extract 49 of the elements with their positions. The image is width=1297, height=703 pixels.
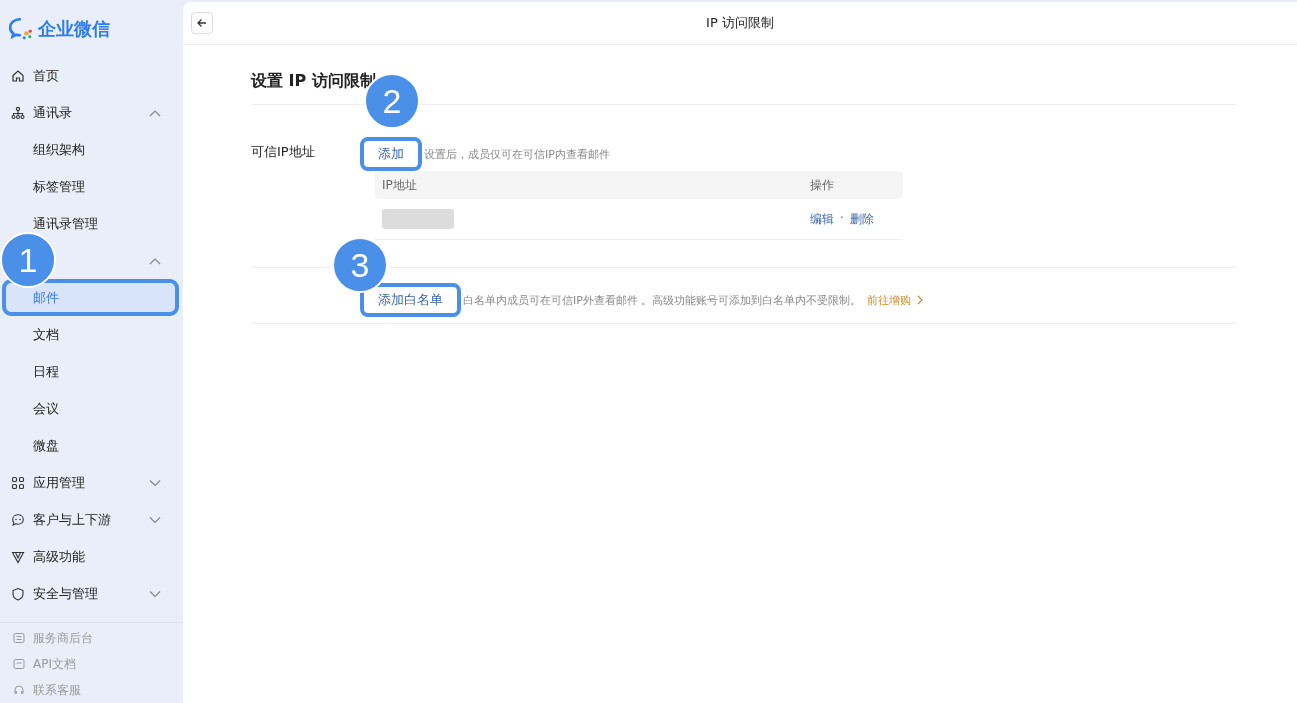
delete-link[interactable]: 删除 (849, 210, 874, 228)
document-icon (13, 658, 25, 670)
chevron-right-icon (917, 295, 924, 305)
sidebar-subitem[interactable]: 文档 (0, 316, 179, 353)
callout-badge: 3 (332, 237, 388, 293)
sidebar-subitem[interactable]: 微盘 (0, 427, 179, 464)
v-shape-icon (11, 549, 25, 564)
column-header: IP地址 (381, 176, 418, 194)
chat-icon (11, 512, 25, 527)
logo-icon (8, 16, 34, 41)
hint-text: 白名单内成员可在可信IP外查看邮件 。高级功能账号可添加到白名单内不受限制。 (463, 292, 862, 308)
chevron-up-icon[interactable] (149, 256, 161, 265)
edit-link[interactable]: 编辑 (810, 210, 834, 228)
sidebar-subitem[interactable]: 组织架构 (0, 131, 179, 168)
sidebar-label: 应用管理 (33, 473, 85, 492)
sidebar-item[interactable]: 通讯录 (0, 94, 183, 131)
page-title: IP 访问限制 (705, 14, 775, 32)
chevron-down-icon[interactable] (149, 589, 161, 598)
separator: · (840, 210, 844, 227)
field-label: 可信IP地址 (251, 143, 316, 161)
redacted-value (382, 209, 454, 229)
headset-icon (13, 684, 25, 696)
grid-icon (11, 475, 25, 490)
sidebar-item[interactable]: 高级功能 (0, 538, 183, 575)
sidebar-item[interactable]: 客户与上下游 (0, 501, 183, 538)
logo-text: 企业微信 (38, 16, 110, 41)
sidebar-label: 通讯录 (33, 103, 72, 122)
column-header: 操作 (810, 176, 835, 194)
sidebar-label: 安全与管理 (33, 584, 98, 603)
sidebar-item[interactable]: 首页 (0, 57, 183, 94)
sidebar-subitem[interactable]: 会议 (0, 390, 179, 427)
sidebar-subitem[interactable]: 日程 (0, 353, 179, 390)
sidebar-item[interactable]: 安全与管理 (0, 575, 183, 612)
hint-text: 设置后，成员仅可在可信IP内查看邮件 (424, 146, 610, 162)
chevron-down-icon[interactable] (149, 515, 161, 524)
chevron-down-icon[interactable] (149, 478, 161, 487)
sidebar-subitem[interactable]: 标签管理 (0, 168, 179, 205)
list-icon (13, 632, 25, 644)
back-arrow-icon (196, 17, 208, 29)
chevron-up-icon[interactable] (149, 108, 161, 117)
org-chart-icon (11, 105, 25, 120)
shield-icon (11, 586, 25, 601)
sidebar-label: 首页 (33, 66, 59, 85)
sidebar-label: 客户与上下游 (33, 510, 111, 529)
home-icon (11, 68, 25, 83)
sidebar-label: 高级功能 (33, 547, 85, 566)
callout-badge: 1 (0, 232, 56, 288)
back-button[interactable] (191, 12, 213, 34)
sidebar-item[interactable]: 应用管理 (0, 464, 183, 501)
